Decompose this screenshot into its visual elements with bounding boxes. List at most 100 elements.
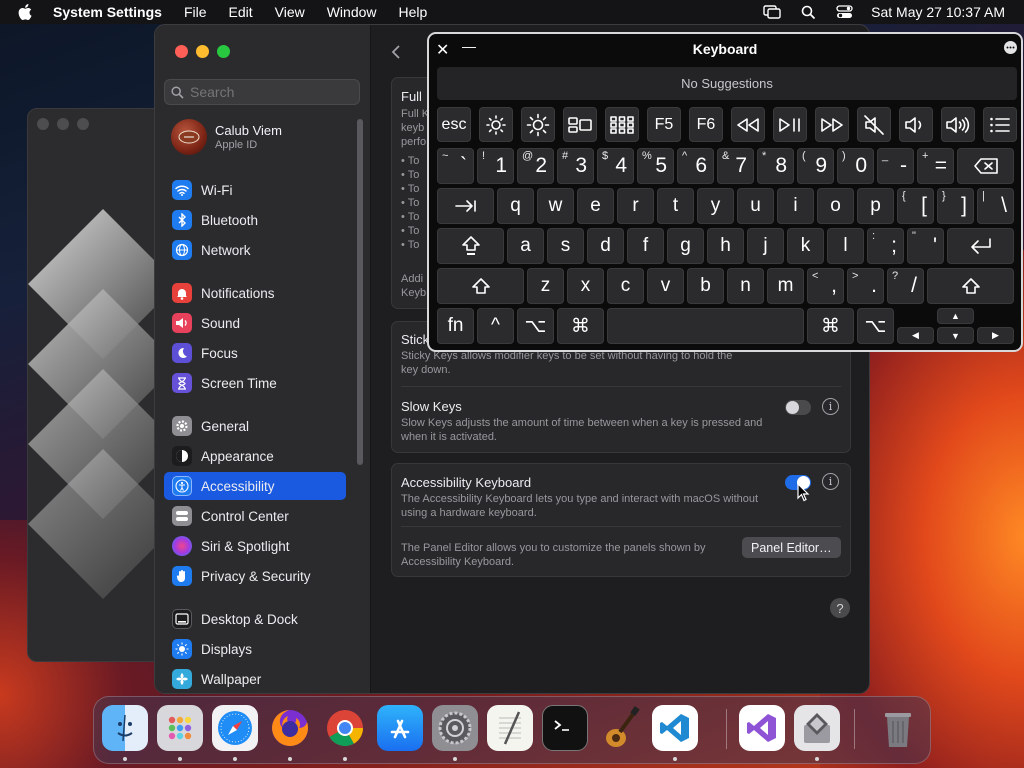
key-space[interactable] xyxy=(607,308,804,344)
sidebar-item-appearance[interactable]: Appearance xyxy=(164,442,346,470)
key-backtick[interactable]: ~ ` xyxy=(437,148,474,184)
key-comma[interactable]: <, xyxy=(807,268,844,304)
menu-clock[interactable]: Sat May 27 10:37 AM xyxy=(871,4,1005,20)
key-arrow-up[interactable]: ▲ xyxy=(937,308,974,324)
key-m[interactable]: m xyxy=(767,268,804,304)
dock-app-textedit[interactable] xyxy=(487,705,533,751)
key-o[interactable]: o xyxy=(817,188,854,224)
sidebar-item-sound[interactable]: Sound xyxy=(164,309,346,337)
suggestions-bar[interactable]: No Suggestions xyxy=(437,67,1017,100)
key-j[interactable]: j xyxy=(747,228,784,264)
key-4[interactable]: $4 xyxy=(597,148,634,184)
key-menu-list[interactable] xyxy=(983,107,1017,142)
sidebar-item-displays[interactable]: Displays xyxy=(164,635,346,663)
sidebar-item-wallpaper[interactable]: Wallpaper xyxy=(164,665,346,693)
key-arrow-left[interactable]: ◀ xyxy=(897,327,934,344)
help-menu[interactable]: Help xyxy=(399,4,428,20)
key-mission-control[interactable] xyxy=(563,107,597,142)
sidebar-item-siri-spotlight[interactable]: Siri & Spotlight xyxy=(164,532,346,560)
dock-app-vscode[interactable] xyxy=(652,705,698,751)
key-arrow-right[interactable]: ▶ xyxy=(977,327,1014,344)
accessibility-keyboard-info-button[interactable]: i xyxy=(822,473,839,490)
panel-editor-button[interactable]: Panel Editor… xyxy=(742,537,841,558)
sidebar-item-focus[interactable]: Focus xyxy=(164,339,346,367)
key-f5[interactable]: F5 xyxy=(647,107,681,142)
dock-app-safari[interactable] xyxy=(212,705,258,751)
key-y[interactable]: y xyxy=(697,188,734,224)
key-h[interactable]: h xyxy=(707,228,744,264)
key-g[interactable]: g xyxy=(667,228,704,264)
key-arrow-down[interactable]: ▼ xyxy=(937,327,974,344)
key-right-bracket[interactable]: }] xyxy=(937,188,974,224)
background-window[interactable] xyxy=(27,108,167,662)
apple-menu-icon[interactable] xyxy=(18,3,38,21)
sidebar-item-desktop-dock[interactable]: Desktop & Dock xyxy=(164,605,346,633)
minimize-window-button[interactable] xyxy=(196,45,209,58)
key-i[interactable]: i xyxy=(777,188,814,224)
key-right-option[interactable]: ⌥ xyxy=(857,308,894,344)
sidebar-item-privacy-security[interactable]: Privacy & Security xyxy=(164,562,346,590)
sidebar-item-accessibility[interactable]: Accessibility xyxy=(164,472,346,500)
key-esc[interactable]: esc xyxy=(437,107,471,142)
key-0[interactable]: ) 0 xyxy=(837,148,874,184)
key-8[interactable]: * 8 xyxy=(757,148,794,184)
dock-app-garageband[interactable] xyxy=(597,705,643,751)
sidebar-item-general[interactable]: General xyxy=(164,412,346,440)
key-=[interactable]: + = xyxy=(917,148,954,184)
key-volume-down[interactable] xyxy=(899,107,933,142)
key-b[interactable]: b xyxy=(687,268,724,304)
sidebar-item-wifi[interactable]: Wi-Fi xyxy=(164,176,346,204)
key-n[interactable]: n xyxy=(727,268,764,304)
dock-app-finder[interactable] xyxy=(102,705,148,751)
key-left-shift[interactable] xyxy=(437,268,524,304)
key-1[interactable]: ! 1 xyxy=(477,148,514,184)
key-delete[interactable] xyxy=(957,148,1014,184)
key-e[interactable]: e xyxy=(577,188,614,224)
view-menu[interactable]: View xyxy=(275,4,305,20)
key-l[interactable]: l xyxy=(827,228,864,264)
window-menu[interactable]: Window xyxy=(327,4,377,20)
dock-app-launchpad[interactable] xyxy=(157,705,203,751)
zoom-window-button[interactable] xyxy=(217,45,230,58)
key-period[interactable]: >. xyxy=(847,268,884,304)
key-left-option[interactable]: ⌥ xyxy=(517,308,554,344)
key-play-pause[interactable] xyxy=(773,107,807,142)
sidebar-item-network[interactable]: Network xyxy=(164,236,346,264)
slow-keys-toggle[interactable] xyxy=(785,400,811,415)
key--[interactable]: _ - xyxy=(877,148,914,184)
key-control[interactable]: ^ xyxy=(477,308,514,344)
key-fast-forward[interactable] xyxy=(815,107,849,142)
key-rewind[interactable] xyxy=(731,107,765,142)
key-d[interactable]: d xyxy=(587,228,624,264)
key-9[interactable]: (9 xyxy=(797,148,834,184)
key-quote[interactable]: " ' xyxy=(907,228,944,264)
key-r[interactable]: r xyxy=(617,188,654,224)
dock-app-trash[interactable] xyxy=(875,705,921,751)
control-center-icon[interactable] xyxy=(836,5,853,19)
key-7[interactable]: & 7 xyxy=(717,148,754,184)
apple-id-profile[interactable]: Calub Viem Apple ID xyxy=(171,119,282,155)
key-t[interactable]: t xyxy=(657,188,694,224)
key-u[interactable]: u xyxy=(737,188,774,224)
key-brightness-up[interactable] xyxy=(521,107,555,142)
sidebar-scrollbar[interactable] xyxy=(357,119,363,465)
key-brightness-down[interactable] xyxy=(479,107,513,142)
key-volume-up[interactable] xyxy=(941,107,975,142)
key-f6[interactable]: F6 xyxy=(689,107,723,142)
key-x[interactable]: x xyxy=(567,268,604,304)
sidebar-search[interactable] xyxy=(164,79,360,105)
key-2[interactable]: @2 xyxy=(517,148,554,184)
back-chevron-icon[interactable] xyxy=(391,44,401,60)
sidebar-item-bluetooth[interactable]: Bluetooth xyxy=(164,206,346,234)
key-f[interactable]: f xyxy=(627,228,664,264)
edit-menu[interactable]: Edit xyxy=(229,4,253,20)
dock-app-firefox[interactable] xyxy=(267,705,313,751)
key-slash[interactable]: ? / xyxy=(887,268,924,304)
key-caps-lock[interactable] xyxy=(437,228,504,264)
key-backslash[interactable]: | \ xyxy=(977,188,1014,224)
search-input[interactable] xyxy=(190,84,340,100)
key-s[interactable]: s xyxy=(547,228,584,264)
key-fn[interactable]: fn xyxy=(437,308,474,344)
file-menu[interactable]: File xyxy=(184,4,207,20)
key-5[interactable]: % 5 xyxy=(637,148,674,184)
